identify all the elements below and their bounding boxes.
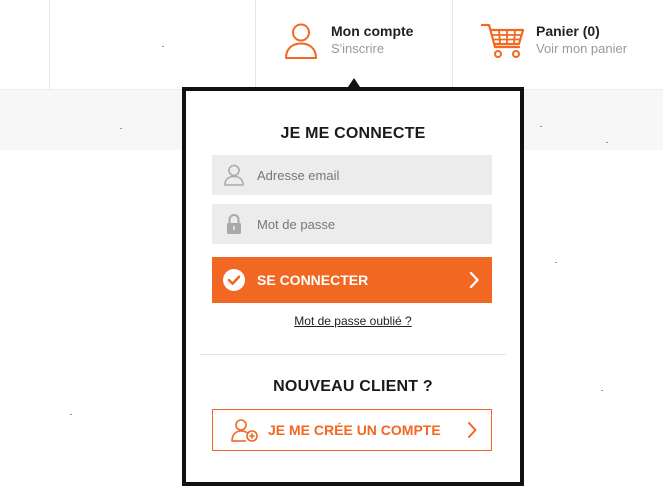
speck (601, 390, 603, 391)
speck (606, 142, 608, 143)
login-button[interactable]: SE CONNECTER (212, 257, 492, 303)
chevron-right-icon (469, 271, 479, 289)
password-input[interactable] (212, 204, 492, 244)
speck (70, 414, 72, 415)
speck (162, 46, 164, 47)
forgot-password-wrap: Mot de passe oublié ? (186, 314, 520, 328)
login-heading: JE ME CONNECTE (280, 125, 426, 142)
account-dropdown: JE ME CONNECTE SE CONNECTER Mot de passe… (182, 87, 524, 486)
lock-icon (227, 214, 241, 234)
my-account-link[interactable]: Mon compte S'inscrire (283, 22, 413, 60)
cart-icon (481, 23, 525, 58)
account-subtitle: S'inscrire (331, 41, 385, 56)
header-divider (255, 0, 256, 89)
chevron-right-icon (468, 422, 477, 438)
login-button-label: SE CONNECTER (257, 272, 369, 288)
header-divider (49, 0, 50, 89)
header-divider (452, 0, 453, 89)
check-circle-icon (223, 269, 245, 291)
add-user-icon (231, 419, 258, 442)
site-header: Mon compte S'inscrire Panier (0) Voir mo… (0, 0, 663, 90)
speck (120, 128, 122, 129)
user-icon (285, 23, 317, 59)
account-title: Mon compte (331, 23, 414, 39)
user-field-icon (224, 164, 244, 186)
forgot-password-link[interactable]: Mot de passe oublié ? (294, 314, 411, 328)
speck (555, 262, 557, 263)
dropdown-caret (348, 78, 360, 87)
signup-heading: NOUVEAU CLIENT ? (273, 378, 433, 395)
cart-subtitle: Voir mon panier (536, 41, 628, 56)
create-account-label: JE ME CRÉE UN COMPTE (268, 422, 441, 438)
speck (540, 126, 542, 127)
create-account-button[interactable]: JE ME CRÉE UN COMPTE (212, 409, 492, 451)
divider (200, 354, 506, 355)
cart-title: Panier (0) (536, 23, 600, 39)
cart-link[interactable]: Panier (0) Voir mon panier (481, 22, 627, 60)
email-input[interactable] (212, 155, 492, 195)
